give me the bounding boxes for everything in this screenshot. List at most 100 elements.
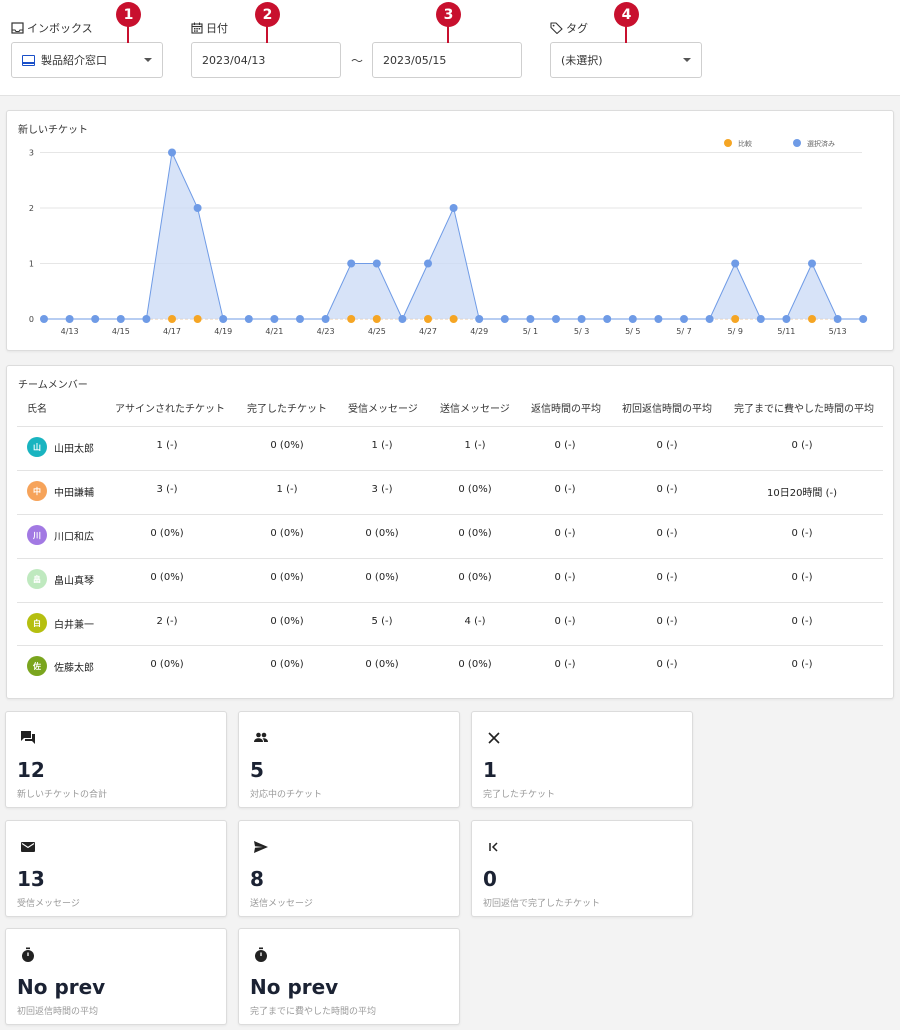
team-members-card: チームメンバー (6, 365, 894, 699)
selected-point (705, 315, 714, 323)
new-tickets-chart: 0 1 2 3 4/13 4/15 4/17 4/19 4/21 4/23 4/25 4/27 4/29… (29, 139, 868, 336)
selected-point (296, 315, 304, 323)
member-name: 川口和広 (54, 532, 94, 543)
stat-card: 13 受信メッセージ (5, 820, 227, 917)
table-cell: 0 (-) (656, 528, 678, 539)
table-row-divider (17, 426, 883, 427)
table-cell: 4 (-) (464, 616, 486, 627)
table-cell: 0 (0%) (458, 572, 492, 583)
table-cell: 0 (-) (554, 659, 576, 670)
table-cell: 0 (0%) (270, 616, 304, 627)
table-cell: 0 (0%) (270, 659, 304, 670)
member-name: 佐藤太郎 (54, 663, 94, 674)
stat-card: 8 送信メッセージ (238, 820, 460, 917)
selected-point (424, 259, 432, 268)
member-name: 畠山真琴 (54, 576, 94, 587)
timer-icon (20, 947, 36, 963)
stat-card: 5 対応中のチケット (238, 711, 460, 808)
table-row-divider (17, 470, 883, 471)
x-tick-label: 5/ 3 (574, 327, 589, 336)
selected-point (500, 315, 509, 323)
stat-label: 初回返信で完了したチケット (483, 899, 601, 909)
table-cell: 0 (-) (656, 440, 678, 451)
table-cell: 3 (-) (156, 484, 178, 495)
selected-point (398, 315, 407, 323)
table-cell: 0 (0%) (150, 572, 184, 583)
stat-value: No prev (17, 975, 106, 999)
selected-point (603, 315, 612, 323)
table-cell: 0 (0%) (458, 484, 492, 495)
table-cell: 1 (-) (371, 440, 393, 451)
member-name: 白井兼一 (54, 620, 94, 631)
stat-value: 8 (250, 867, 264, 891)
selected-point (91, 315, 100, 323)
x-tick-label: 4/15 (112, 327, 130, 336)
table-header: 完了したチケット (247, 404, 327, 415)
table-cell: 0 (-) (791, 572, 813, 583)
table-cell: 0 (0%) (270, 572, 304, 583)
selected-point (654, 315, 663, 323)
table-row-divider (17, 514, 883, 515)
compare-point (731, 315, 740, 323)
table-cell: 0 (-) (554, 440, 576, 451)
stat-label: 初回返信時間の平均 (17, 1007, 99, 1017)
stat-label: 送信メッセージ (250, 899, 313, 909)
table-cell: 10日20時間 (-) (766, 488, 838, 499)
table-cell: 0 (-) (791, 528, 813, 539)
table-header: 完了までに費やした時間の平均 (734, 404, 874, 415)
x-tick-label: 5/11 (777, 327, 795, 336)
table-cell: 0 (0%) (458, 528, 492, 539)
selected-point (731, 259, 740, 268)
first-page-icon (486, 839, 502, 855)
table-cell: 0 (-) (791, 616, 813, 627)
selected-point (552, 315, 560, 323)
selected-point (142, 315, 151, 323)
table-cell: 0 (0%) (150, 659, 184, 670)
stat-card: 12 新しいチケットの合計 (5, 711, 227, 808)
legend-compare-label: 比較 (738, 139, 752, 148)
x-tick-label: 4/23 (317, 327, 335, 336)
selected-point (782, 315, 791, 323)
x-tick-label: 5/ 7 (676, 327, 691, 336)
table-cell: 0 (0%) (150, 528, 184, 539)
table-cell: 0 (0%) (365, 659, 399, 670)
x-tick-label: 4/19 (214, 327, 232, 336)
selected-point (628, 315, 637, 323)
selected-point (577, 315, 586, 323)
table-cell: 0 (0%) (365, 572, 399, 583)
chat-icon (20, 730, 36, 746)
table-cell: 0 (-) (656, 616, 678, 627)
table-row-divider (17, 602, 883, 603)
send-icon (253, 839, 269, 855)
table-row-divider (17, 558, 883, 559)
mail-icon (20, 839, 36, 855)
table-cell: 0 (-) (554, 572, 576, 583)
selected-point (219, 315, 228, 323)
y-tick-label: 0 (29, 315, 34, 324)
selected-point (244, 315, 253, 323)
legend-compare-marker (724, 139, 732, 147)
selected-point (321, 315, 330, 323)
table-cell: 0 (0%) (270, 528, 304, 539)
table-cell: 0 (0%) (365, 528, 399, 539)
avatar: 川 (27, 525, 47, 545)
table-cell: 1 (-) (464, 440, 486, 451)
table-header: アサインされたチケット (115, 404, 225, 415)
stat-card: 1 完了したチケット (471, 711, 693, 808)
legend-selected-marker (793, 139, 801, 147)
stat-label: 完了までに費やした時間の平均 (250, 1007, 377, 1017)
table-cell: 3 (-) (371, 484, 393, 495)
table-cell: 0 (-) (656, 484, 678, 495)
stat-label: 対応中のチケット (250, 790, 323, 800)
stat-card: 0 初回返信で完了したチケット (471, 820, 693, 917)
table-cell: 1 (-) (156, 440, 178, 451)
selected-point (449, 204, 458, 212)
table-cell: 0 (-) (791, 440, 813, 451)
selected-point (65, 315, 74, 323)
table-row-divider (17, 645, 883, 646)
table-cell: 0 (-) (656, 572, 678, 583)
table-cell: 5 (-) (371, 616, 393, 627)
selected-point (372, 259, 381, 268)
x-tick-label: 4/13 (61, 327, 79, 336)
compare-point (424, 315, 432, 323)
